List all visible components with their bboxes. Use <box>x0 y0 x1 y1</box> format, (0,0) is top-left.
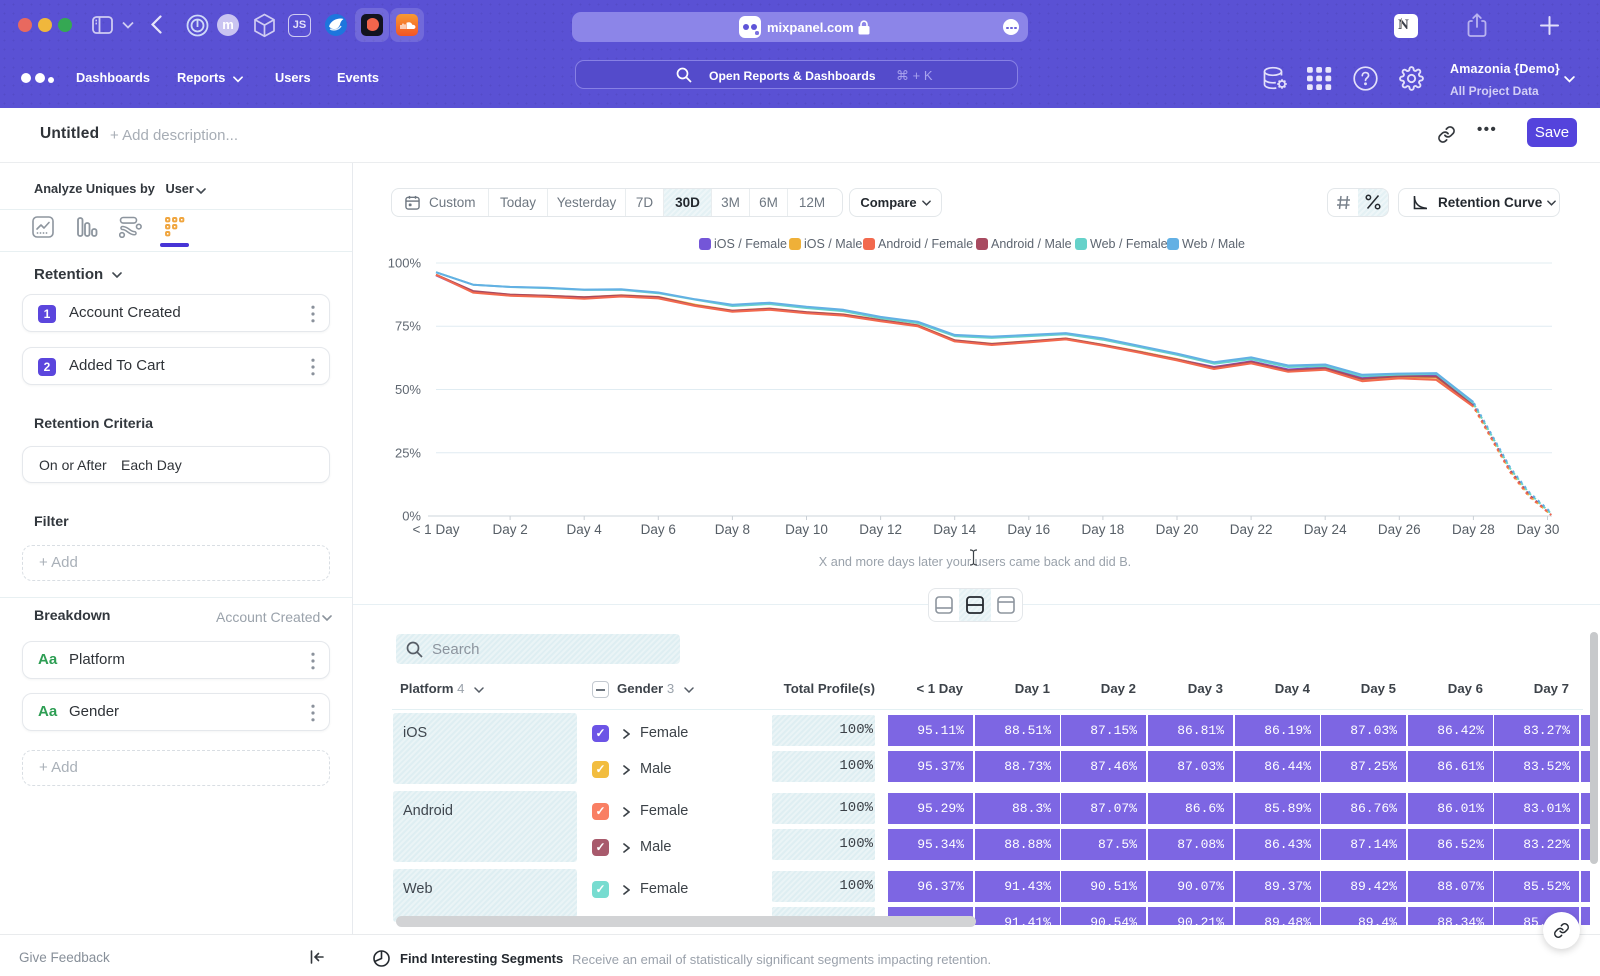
svg-text:Day 28: Day 28 <box>1452 522 1495 537</box>
svg-text:Day 26: Day 26 <box>1378 522 1421 537</box>
svg-text:Day 14: Day 14 <box>933 522 976 537</box>
svg-text:Day 12: Day 12 <box>859 522 902 537</box>
svg-text:Day 22: Day 22 <box>1230 522 1273 537</box>
svg-text:Day 2: Day 2 <box>492 522 527 537</box>
svg-text:Day 4: Day 4 <box>567 522 603 537</box>
svg-text:Day 10: Day 10 <box>785 522 828 537</box>
svg-text:Day 30: Day 30 <box>1517 522 1560 537</box>
svg-text:Day 6: Day 6 <box>641 522 676 537</box>
svg-text:Day 16: Day 16 <box>1007 522 1050 537</box>
svg-text:50%: 50% <box>395 382 421 397</box>
svg-text:Day 20: Day 20 <box>1156 522 1199 537</box>
svg-text:Day 8: Day 8 <box>715 522 750 537</box>
svg-text:25%: 25% <box>395 445 421 460</box>
svg-text:75%: 75% <box>395 319 421 334</box>
svg-text:< 1 Day: < 1 Day <box>413 522 460 537</box>
svg-text:100%: 100% <box>388 256 422 271</box>
svg-text:Day 18: Day 18 <box>1082 522 1125 537</box>
svg-text:Day 24: Day 24 <box>1304 522 1347 537</box>
